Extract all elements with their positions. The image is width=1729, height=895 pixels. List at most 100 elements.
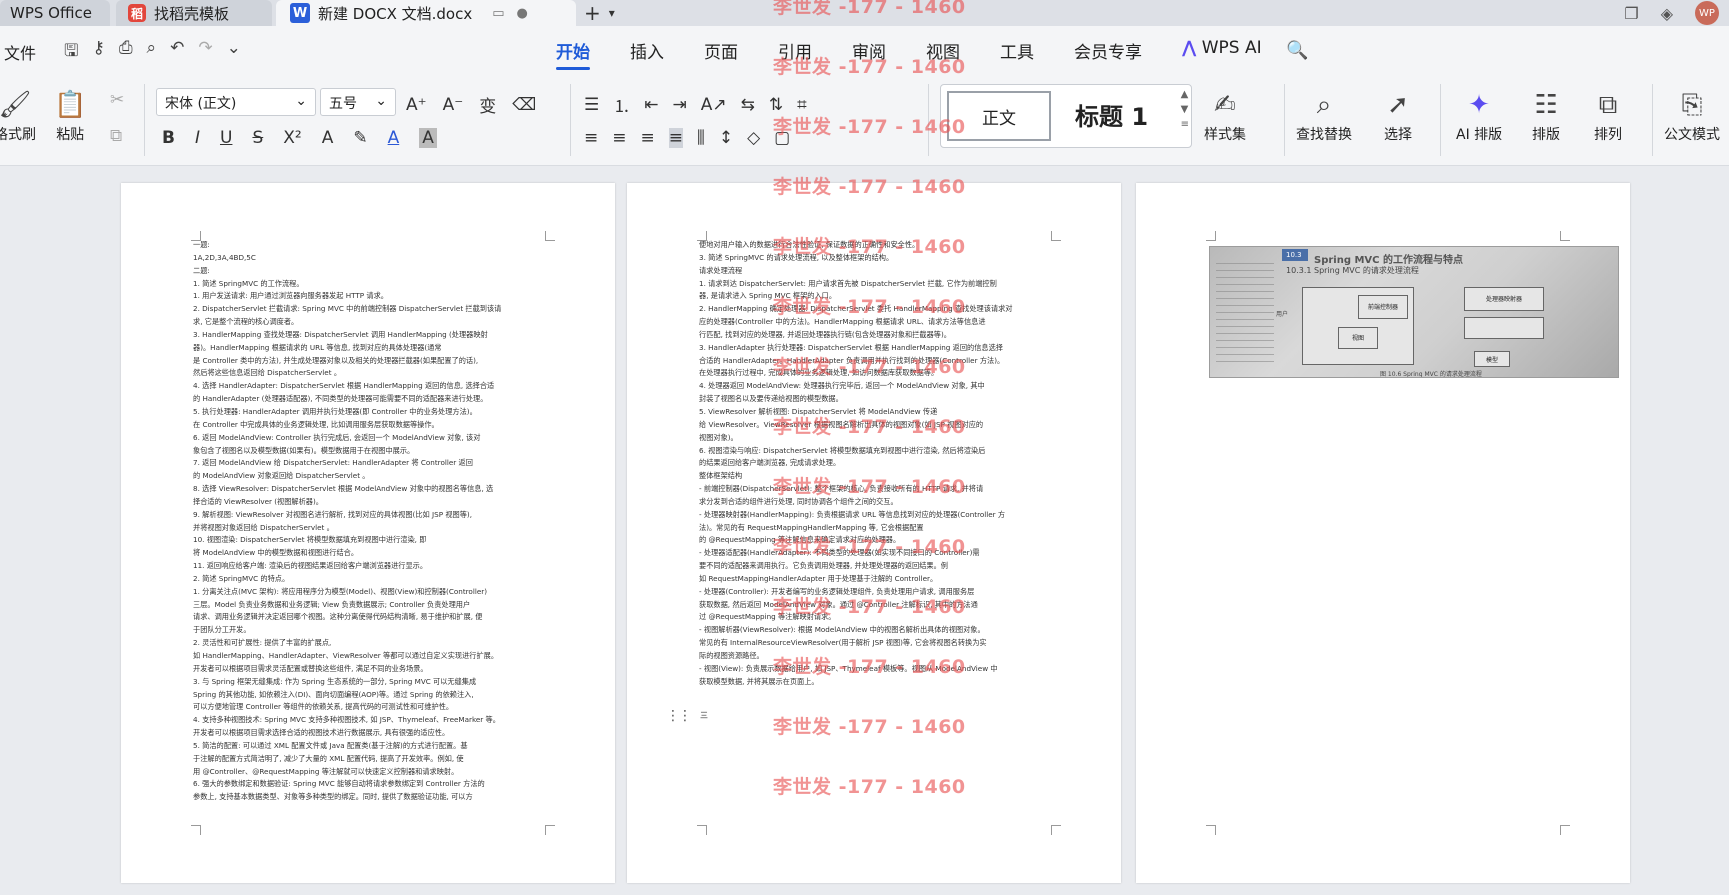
text-line: - 处理器(Controller): 开发者编写的业务逻辑处理组件, 负责处理用… <box>699 586 975 596</box>
text-line: 4. 选择 HandlerAdapter: DispatcherServlet … <box>193 381 495 391</box>
text-line: 4. 支持多种视图技术: Spring MVC 支持多种视图技术, 如 JSP、… <box>193 715 500 725</box>
text-line: 11. 返回响应给客户端: 渲染后的视图结果返回给客户端浏览器进行显示。 <box>193 561 428 571</box>
window-restore-icon[interactable]: ❐ <box>1624 4 1638 23</box>
cube-icon[interactable]: ◈ <box>1661 4 1673 23</box>
textbook-photo[interactable]: 10.3 Spring MVC 的工作流程与特点 10.3.1 Spring M… <box>1209 246 1619 378</box>
shrink-font-icon[interactable]: A⁻ <box>443 95 464 115</box>
text-direction-icon[interactable]: A↗ <box>701 95 727 115</box>
align-left-icon[interactable]: ≡ <box>584 128 598 148</box>
font-size-select[interactable]: 五号 ⌄ <box>320 88 396 116</box>
tab-document[interactable]: W 新建 DOCX 文档.docx ▭ ● <box>276 0 576 26</box>
grow-font-icon[interactable]: A⁺ <box>406 95 427 115</box>
tab-template[interactable]: 稻 找稻壳模板 <box>116 0 272 26</box>
shading-icon[interactable]: ◇ <box>747 128 760 148</box>
highlight-icon[interactable]: ✎ <box>353 128 367 148</box>
text-line: 3. 与 Spring 框架无缝集成: 作为 Spring 生态系统的一部分, … <box>193 676 477 686</box>
tab-wps-ai[interactable]: ⋀ WPS AI <box>1162 38 1282 64</box>
page-3[interactable]: 10.3 Spring MVC 的工作流程与特点 10.3.1 Spring M… <box>1136 183 1630 883</box>
tab-view[interactable]: 视图 <box>906 38 980 64</box>
tab-references[interactable]: 引用 <box>758 38 832 64</box>
ai-layout-button[interactable]: ✦ AI 排版 <box>1456 90 1502 144</box>
arrange-button[interactable]: ⧉ 排列 <box>1594 90 1622 144</box>
align-center-icon[interactable]: ≡ <box>612 128 626 148</box>
text-line: 合适的 HandlerAdapter。HandlerAdapter 负责调用并执… <box>699 355 1005 365</box>
text-line: 6. 返回 ModelAndView: Controller 执行完成后, 会返… <box>193 432 481 442</box>
text-line: 2. HandlerMapping 确定处理器: DispatcherServl… <box>699 304 1013 314</box>
cut-icon[interactable]: ✂ <box>110 90 124 110</box>
print-icon[interactable]: ⎙ <box>119 38 133 67</box>
doc-mode-button[interactable]: ⎘ 公文模式 <box>1664 90 1720 144</box>
superscript-icon[interactable]: X² <box>283 128 301 148</box>
tab-home[interactable]: 开始 <box>536 38 610 70</box>
copy-icon[interactable]: ⧉ <box>110 126 122 146</box>
undo-icon[interactable]: ↶ <box>170 38 184 67</box>
distribute-icon[interactable]: ⫼ <box>697 128 705 148</box>
tab-review[interactable]: 审阅 <box>832 38 906 64</box>
border-icon[interactable]: ▢ <box>774 128 790 148</box>
find-replace-button[interactable]: ⌕ 查找替换 <box>1296 90 1352 144</box>
ai-layout-icon: ✦ <box>1468 90 1490 120</box>
print-preview-icon[interactable]: ⌕ <box>147 38 157 67</box>
expand-icon[interactable]: ≡ <box>1181 119 1189 130</box>
strikethrough-icon[interactable]: S <box>252 128 263 148</box>
redo-icon[interactable]: ↷ <box>198 38 212 67</box>
tab-member[interactable]: 会员专享 <box>1054 38 1162 64</box>
new-tab-icon[interactable]: + <box>584 1 601 25</box>
justify-icon[interactable]: ≡ <box>668 128 683 148</box>
clear-format-icon[interactable]: ⌫ <box>512 95 536 115</box>
key-icon[interactable]: ⚷ <box>92 38 104 67</box>
tab-insert[interactable]: 插入 <box>610 38 684 64</box>
tab-page[interactable]: 页面 <box>684 38 758 64</box>
show-marks-icon[interactable]: ⌗ <box>797 95 807 115</box>
save-icon[interactable]: 🖫 <box>64 38 78 67</box>
search-icon[interactable]: 🔍 <box>1286 40 1308 61</box>
dot-icon[interactable]: ● <box>517 6 528 21</box>
text-line: 10. 视图渲染: DispatcherServlet 将模型数据填充到视图中进… <box>193 535 427 545</box>
italic-icon[interactable]: I <box>195 128 200 148</box>
page-1-text[interactable]: 一题: 1A,2D,3A,4BD,5C 二题: 1. 简述 SpringMVC 的工作… <box>193 239 545 804</box>
layout-button[interactable]: ☷ 排版 <box>1532 90 1560 144</box>
page-1[interactable]: 一题: 1A,2D,3A,4BD,5C 二题: 1. 简述 SpringMVC 的工作… <box>121 183 615 883</box>
drag-handle-icon[interactable]: ⋮⋮ <box>666 708 692 724</box>
select-button[interactable]: ➚ 选择 <box>1384 90 1412 144</box>
bullets-icon[interactable]: ☰ <box>584 95 599 115</box>
paste-button[interactable]: 📋 粘贴 <box>54 90 86 144</box>
style-normal[interactable]: 正文 <box>947 91 1051 141</box>
increase-indent-icon[interactable]: ⇥ <box>673 95 687 115</box>
char-shading-icon[interactable]: A <box>419 128 437 148</box>
text-line: 1. 简述 SpringMVC 的工作流程。 <box>193 278 304 288</box>
page-2[interactable]: 便地对用户输入的数据进行合法性验证, 保证数据的正确性和安全性。 3. 简述 Sp… <box>627 183 1121 883</box>
text-line: 二题: <box>193 265 210 275</box>
style-heading-1[interactable]: 标题 1 <box>1075 97 1148 132</box>
underline-icon[interactable]: U <box>220 128 232 148</box>
sort-icon[interactable]: ⇅ <box>769 95 783 115</box>
chinese-layout-icon[interactable]: ⇆ <box>741 95 755 115</box>
text-line: 一题: <box>193 240 210 249</box>
phonetic-icon[interactable]: 变 <box>479 92 496 117</box>
chevron-down-icon[interactable]: ▾ <box>609 6 615 20</box>
tab-wps-office[interactable]: WPS Office <box>0 0 110 26</box>
bold-icon[interactable]: B <box>162 128 175 148</box>
font-color-icon[interactable]: A <box>388 128 400 148</box>
text-line: 际的视图资源路径。 <box>699 651 764 660</box>
screen-icon[interactable]: ▭ <box>492 6 504 21</box>
chevron-up-icon[interactable]: ▲ <box>1181 89 1189 100</box>
numbering-icon[interactable]: ⒈ <box>613 92 630 117</box>
chevron-down-icon[interactable]: ▼ <box>1181 104 1189 115</box>
font-name-select[interactable]: 宋体 (正文) ⌄ <box>156 88 316 116</box>
text-line: 2. 灵活性和可扩展性: 提供了丰富的扩展点, <box>193 638 332 648</box>
style-set-button[interactable]: ✍ 样式集 <box>1204 90 1246 144</box>
more-chevron-icon[interactable]: ⌄ <box>227 38 241 67</box>
avatar[interactable]: WP <box>1695 1 1719 25</box>
text-line: 择合适的 ViewResolver (视图解析器)。 <box>193 496 323 506</box>
page-2-text[interactable]: 便地对用户输入的数据进行合法性验证, 保证数据的正确性和安全性。 3. 简述 Sp… <box>699 239 1051 689</box>
align-right-icon[interactable]: ≡ <box>641 128 655 148</box>
decrease-indent-icon[interactable]: ⇤ <box>644 95 658 115</box>
text-effect-icon[interactable]: A <box>322 128 334 148</box>
format-painter-button[interactable]: 🖌 格式刷 <box>0 90 36 144</box>
tab-tools[interactable]: 工具 <box>980 38 1054 64</box>
line-spacing-icon[interactable]: ↕ <box>719 128 733 148</box>
file-menu[interactable]: 文件 <box>4 40 36 64</box>
photo-view-box: 视图 <box>1338 327 1378 349</box>
photo-model-box: 模型 <box>1474 351 1510 367</box>
